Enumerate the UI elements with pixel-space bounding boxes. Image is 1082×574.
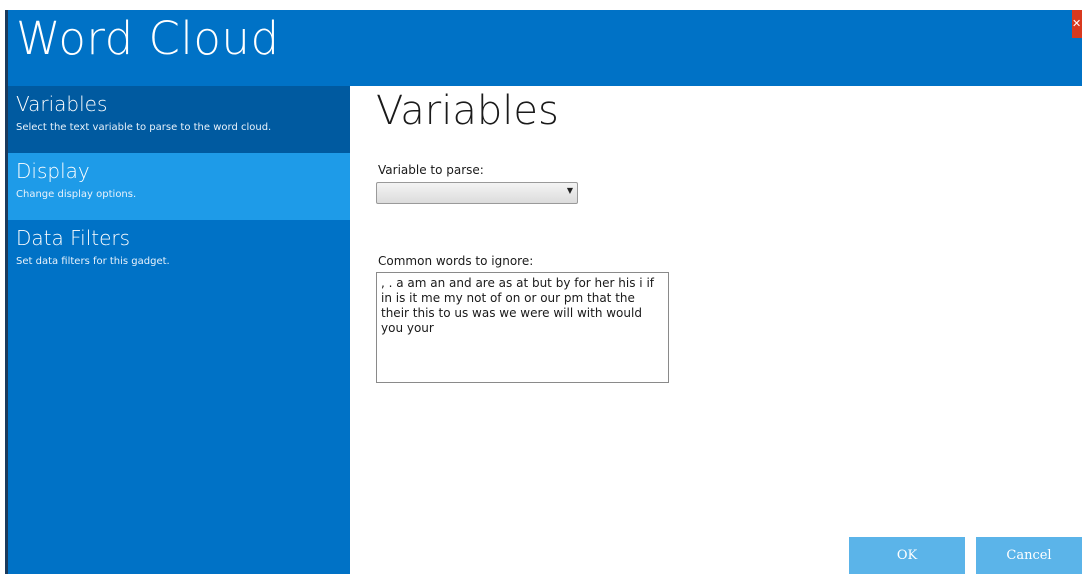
sidebar-item-description: Select the text variable to parse to the… bbox=[16, 122, 272, 133]
sidebar-item-description: Change display options. bbox=[16, 189, 137, 200]
sidebar-item-description: Set data filters for this gadget. bbox=[16, 256, 170, 267]
header-bar: Word Cloud ✕ bbox=[8, 10, 1082, 86]
chevron-down-icon: ▼ bbox=[566, 186, 573, 195]
sidebar: Variables Select the text variable to pa… bbox=[8, 86, 350, 574]
window-title: Word Cloud bbox=[16, 12, 280, 65]
variable-select[interactable]: ▼ bbox=[376, 182, 578, 204]
sidebar-item-display[interactable]: Display Change display options. bbox=[8, 153, 350, 220]
close-icon[interactable]: ✕ bbox=[1072, 10, 1082, 38]
page-title: Variables bbox=[376, 88, 559, 134]
sidebar-item-variables[interactable]: Variables Select the text variable to pa… bbox=[8, 86, 350, 153]
sidebar-item-title: Data Filters bbox=[16, 226, 131, 250]
common-words-textarea[interactable]: , . a am an and are as at but by for her… bbox=[376, 272, 669, 383]
sidebar-item-data-filters[interactable]: Data Filters Set data filters for this g… bbox=[8, 220, 350, 287]
ok-button[interactable]: OK bbox=[849, 537, 965, 574]
cancel-button[interactable]: Cancel bbox=[976, 537, 1082, 574]
word-cloud-window: Word Cloud ✕ Variables Select the text v… bbox=[0, 0, 1082, 574]
common-words-label: Common words to ignore: bbox=[378, 254, 534, 268]
window-left-edge bbox=[0, 0, 8, 574]
sidebar-item-title: Display bbox=[16, 159, 90, 183]
main-panel: Variables Variable to parse: ▼ Common wo… bbox=[350, 86, 1082, 574]
sidebar-item-title: Variables bbox=[16, 92, 108, 116]
variable-to-parse-label: Variable to parse: bbox=[378, 163, 484, 177]
